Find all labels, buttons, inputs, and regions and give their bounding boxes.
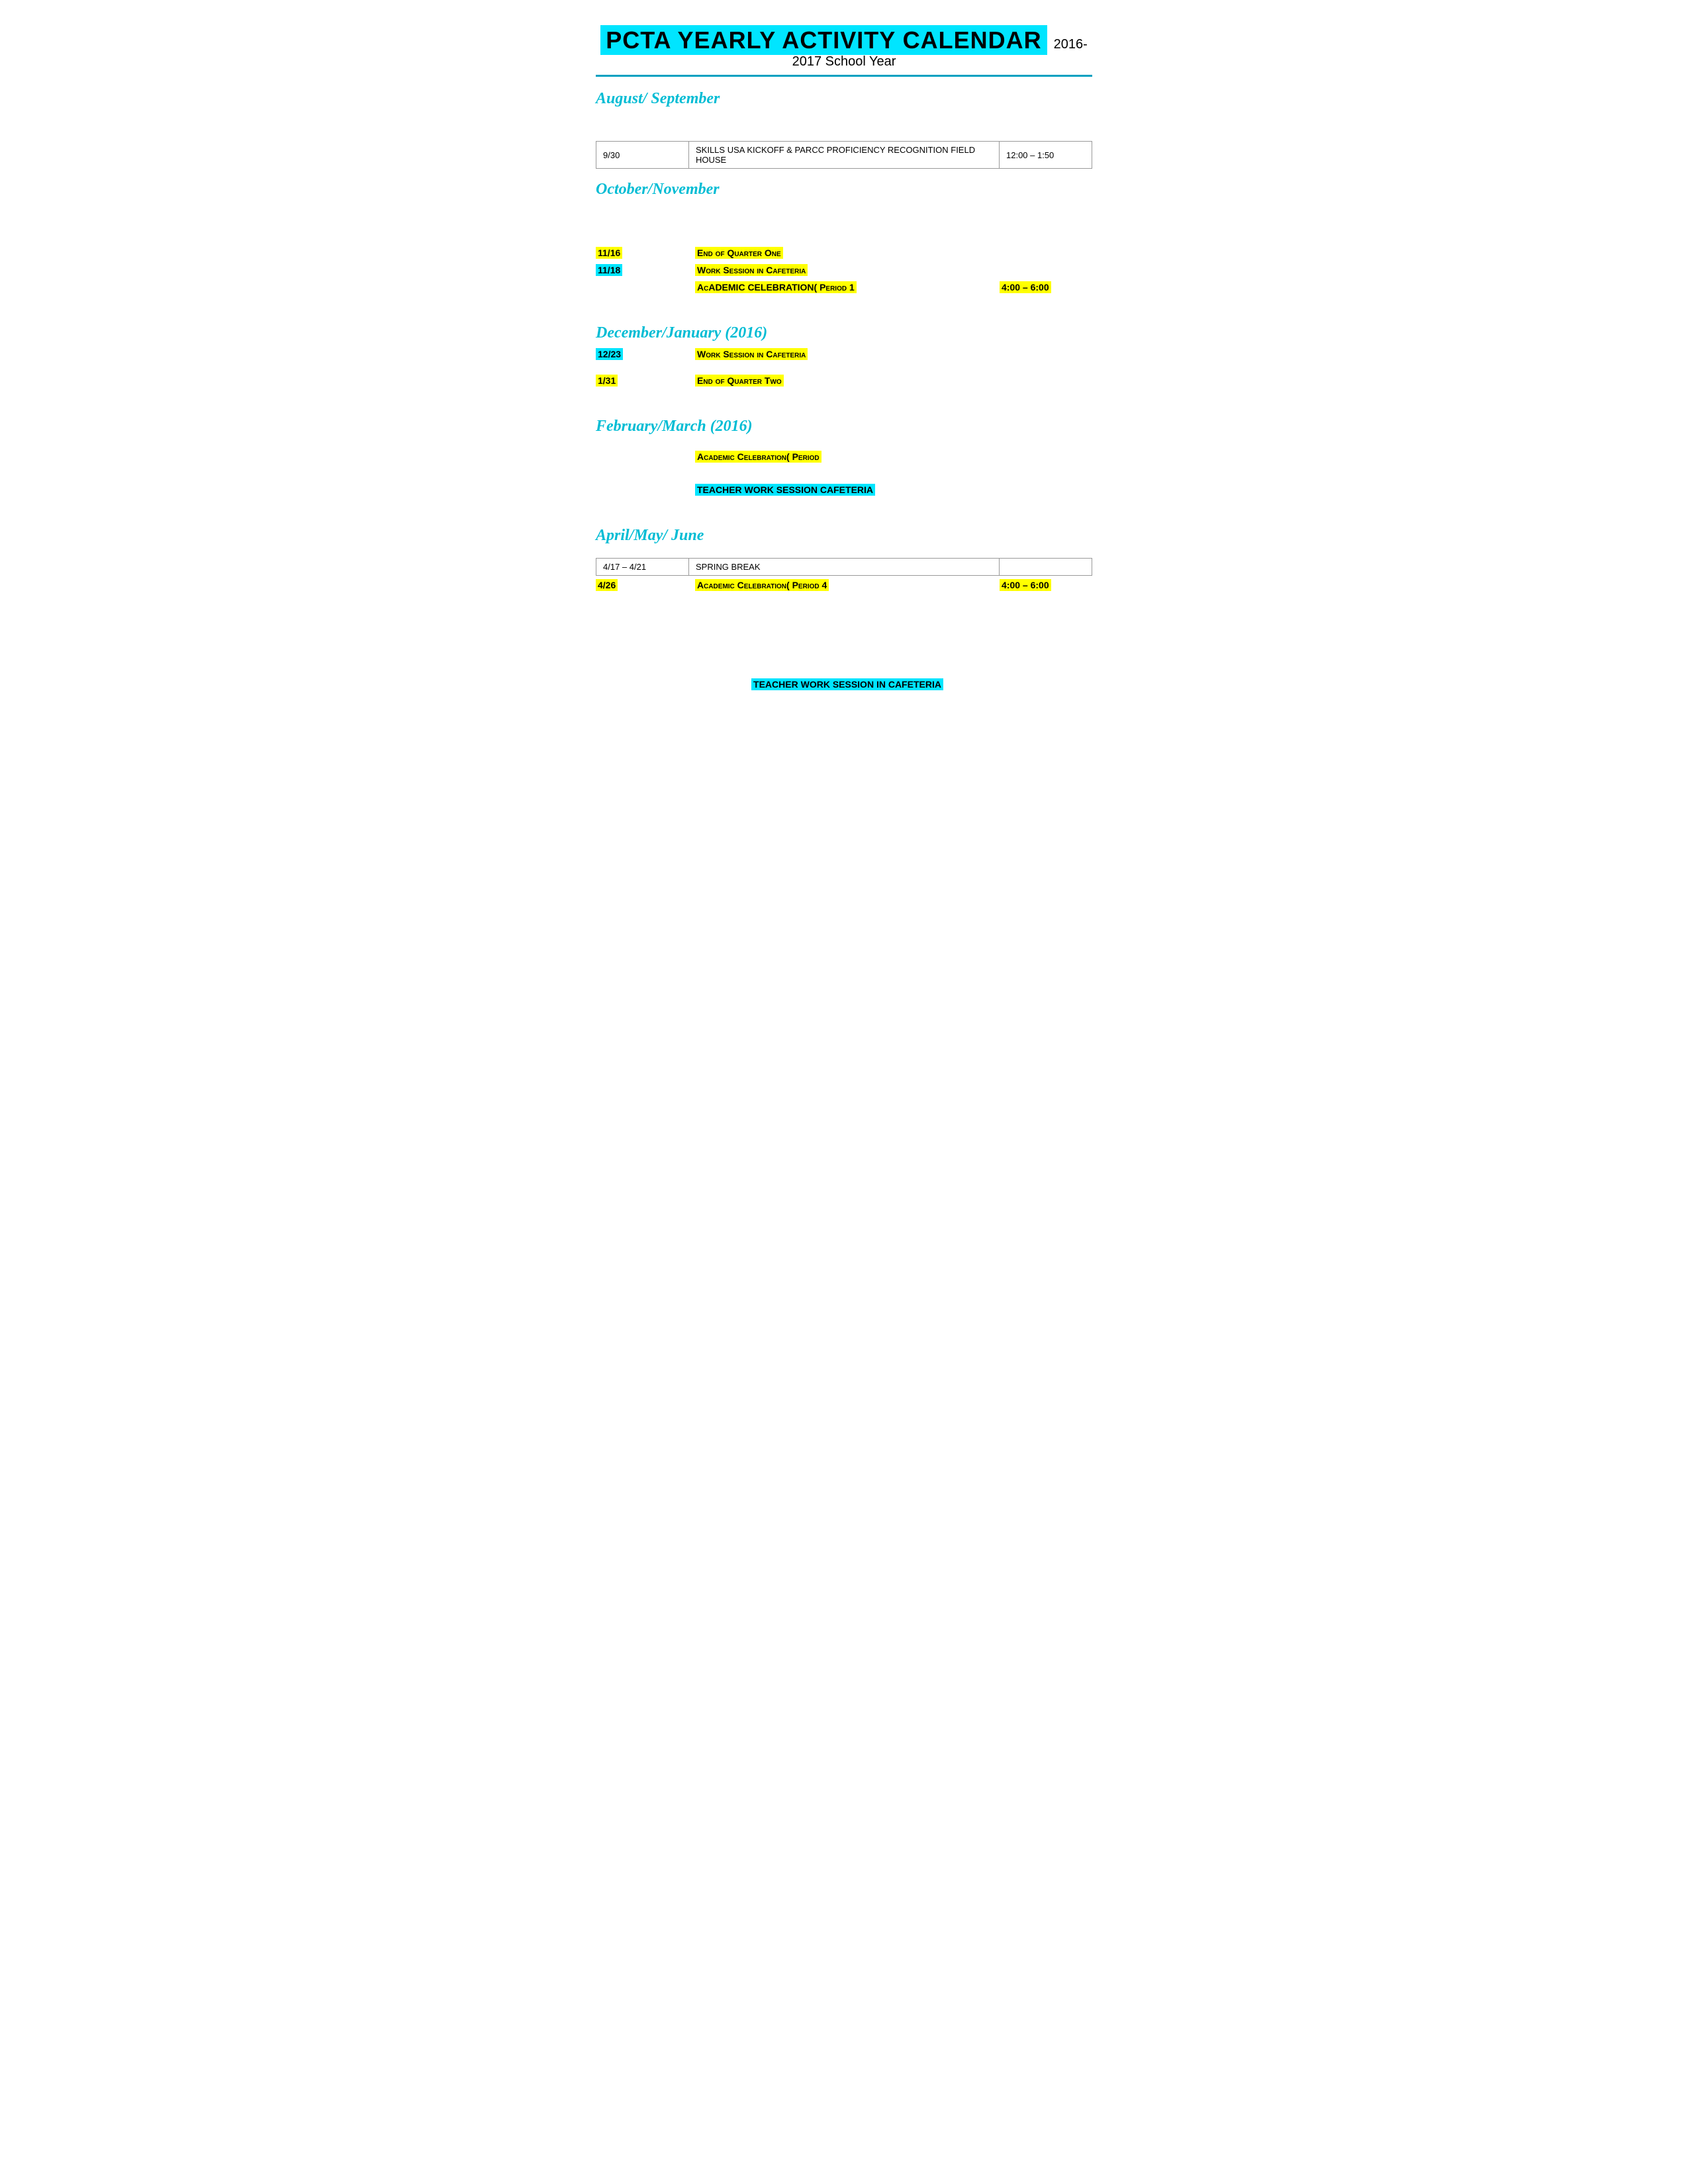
spacer bbox=[596, 597, 1092, 610]
page-title: PCTA YEARLY ACTIVITY CALENDAR2016-2017 S… bbox=[596, 26, 1092, 69]
spacer bbox=[596, 205, 1092, 218]
section-aug-sep: August/ September bbox=[596, 90, 1092, 108]
event-date: 4/17 – 4/21 bbox=[596, 559, 689, 576]
spacer bbox=[596, 366, 1092, 373]
spacer bbox=[596, 114, 1092, 128]
desc-highlight: Work Session in Cafeteria bbox=[695, 348, 808, 360]
spacer bbox=[596, 232, 1092, 245]
aug-sep-events: 9/30 SKILLS USA KICKOFF & PARCC PROFICIE… bbox=[596, 141, 1092, 169]
event-date: 4/26 bbox=[596, 580, 695, 592]
event-description: TEACHER WORK SESSION IN CAFETERIA bbox=[695, 679, 1000, 691]
event-description: SKILLS USA KICKOFF & PARCC PROFICIENCY R… bbox=[689, 142, 1000, 169]
date-highlight: 12/23 bbox=[596, 348, 623, 360]
desc-highlight: End of Quarter One bbox=[695, 247, 783, 259]
desc-highlight: TEACHER WORK SESSION CAFETERIA bbox=[695, 484, 875, 496]
event-1-31: 1/31 End of Quarter Two bbox=[596, 375, 1092, 390]
event-11-18: 11/18 Work Session in Cafeteria bbox=[596, 265, 1092, 279]
event-11-16: 11/16 End of Quarter One bbox=[596, 248, 1092, 262]
desc-highlight: End of Quarter Two bbox=[695, 375, 784, 387]
event-description: Work Session in Cafeteria bbox=[695, 265, 1000, 277]
event-date: 9/30 bbox=[596, 142, 689, 169]
event-description: Work Session in Cafeteria bbox=[695, 349, 1000, 361]
section-dec-jan: December/January (2016) bbox=[596, 324, 1092, 342]
title-divider bbox=[596, 75, 1092, 77]
desc-highlight: TEACHER WORK SESSION IN CAFETERIA bbox=[751, 678, 943, 690]
event-date: 1/31 bbox=[596, 375, 695, 387]
spacer bbox=[596, 650, 1092, 663]
table-row: 4/17 – 4/21 SPRING BREAK bbox=[596, 559, 1092, 576]
section-feb-mar: February/March (2016) bbox=[596, 418, 1092, 435]
spacer bbox=[596, 663, 1092, 676]
desc-highlight: Academic Celebration( Period bbox=[695, 451, 821, 463]
spacer bbox=[596, 392, 1092, 406]
desc-highlight: AcADEMIC CELEBRATION( Period 1 bbox=[695, 281, 857, 293]
event-12-23: 12/23 Work Session in Cafeteria bbox=[596, 349, 1092, 363]
spacer bbox=[596, 469, 1092, 482]
spacer bbox=[596, 637, 1092, 650]
event-time: 12:00 – 1:50 bbox=[1000, 142, 1092, 169]
spacer bbox=[596, 442, 1092, 449]
spacer bbox=[596, 502, 1092, 515]
spacer bbox=[596, 128, 1092, 141]
date-highlight: 11/16 bbox=[596, 247, 622, 259]
event-description: End of Quarter One bbox=[695, 248, 1000, 259]
event-description: AcADEMIC CELEBRATION( Period 1 bbox=[695, 282, 1000, 294]
event-date: 12/23 bbox=[596, 349, 695, 361]
time-highlight: 4:00 – 6:00 bbox=[1000, 281, 1051, 293]
event-date: 11/16 bbox=[596, 248, 695, 259]
spring-break-table: 4/17 – 4/21 SPRING BREAK bbox=[596, 558, 1092, 576]
spacer bbox=[596, 551, 1092, 558]
event-academic-celebration-1: AcADEMIC CELEBRATION( Period 1 4:00 – 6:… bbox=[596, 282, 1092, 296]
date-highlight: 1/31 bbox=[596, 375, 618, 387]
section-oct-nov: October/November bbox=[596, 181, 1092, 199]
event-academic-celebration-feb: Academic Celebration( Period bbox=[596, 451, 1092, 466]
event-time: 4:00 – 6:00 bbox=[1000, 580, 1092, 592]
spacer bbox=[596, 623, 1092, 637]
event-teacher-work-session-feb: TEACHER WORK SESSION CAFETERIA bbox=[596, 484, 1092, 499]
event-time: 4:00 – 6:00 bbox=[1000, 282, 1092, 294]
event-date: 11/18 bbox=[596, 265, 695, 277]
time-highlight: 4:00 – 6:00 bbox=[1000, 579, 1051, 591]
spacer bbox=[596, 610, 1092, 623]
spacer bbox=[596, 299, 1092, 312]
date-highlight: 4/26 bbox=[596, 579, 618, 591]
event-description: End of Quarter Two bbox=[695, 375, 1000, 387]
event-4-26: 4/26 Academic Celebration( Period 4 4:00… bbox=[596, 580, 1092, 594]
event-description: Academic Celebration( Period bbox=[695, 451, 1000, 463]
event-teacher-work-session-final: TEACHER WORK SESSION IN CAFETERIA bbox=[596, 679, 1092, 694]
event-description: TEACHER WORK SESSION CAFETERIA bbox=[695, 484, 1000, 496]
desc-highlight: Work Session in Cafeteria bbox=[695, 264, 808, 276]
desc-highlight: Academic Celebration( Period 4 bbox=[695, 579, 829, 591]
event-description: Academic Celebration( Period 4 bbox=[695, 580, 1000, 592]
event-description: SPRING BREAK bbox=[689, 559, 1000, 576]
title-main: PCTA YEARLY ACTIVITY CALENDAR bbox=[600, 25, 1047, 55]
event-time bbox=[1000, 559, 1092, 576]
spacer bbox=[596, 218, 1092, 232]
date-highlight: 11/18 bbox=[596, 264, 622, 276]
section-apr-jun: April/May/ June bbox=[596, 527, 1092, 545]
table-row: 9/30 SKILLS USA KICKOFF & PARCC PROFICIE… bbox=[596, 142, 1092, 169]
